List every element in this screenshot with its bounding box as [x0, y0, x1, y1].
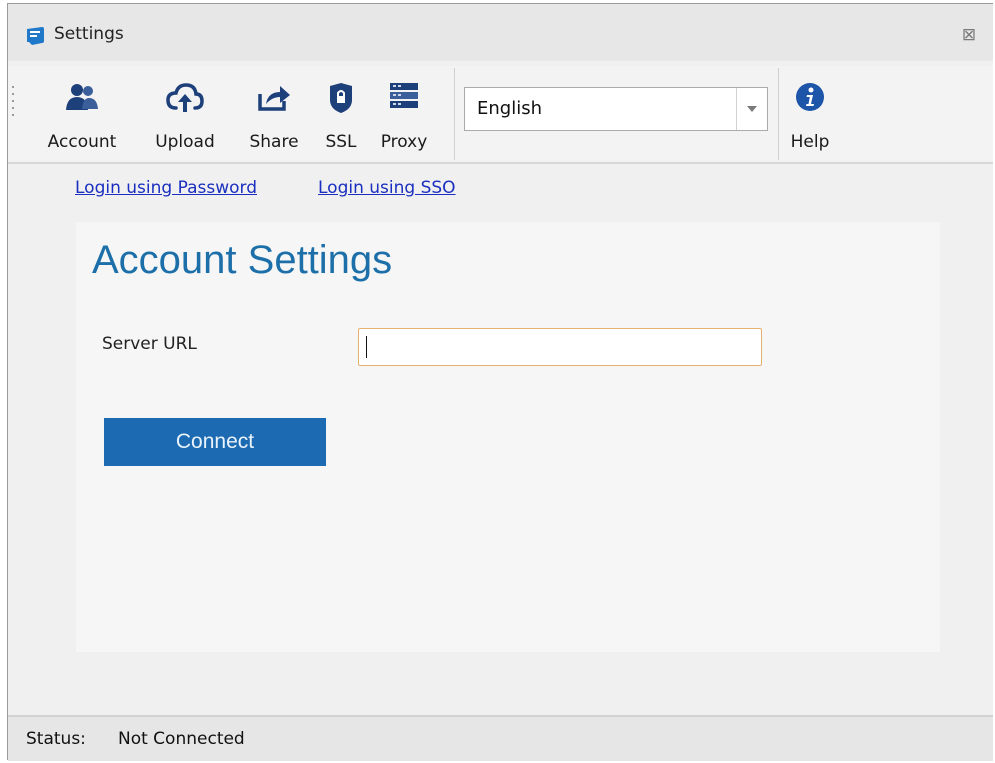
- toolbar-proxy-button[interactable]: Proxy: [370, 76, 438, 158]
- share-arrow-icon: [258, 86, 290, 111]
- toolbar-ssl-label: SSL: [325, 132, 357, 152]
- toolbar-share-button[interactable]: Share: [238, 76, 310, 158]
- cloud-upload-icon: [166, 83, 204, 112]
- chevron-down-icon: [747, 106, 757, 112]
- shield-lock-icon: [330, 83, 352, 113]
- toolbar-account-button[interactable]: Account: [34, 76, 130, 158]
- toolbar-separator: [454, 68, 455, 160]
- page-title: Account Settings: [92, 238, 393, 282]
- toolbar-separator: [778, 68, 779, 160]
- language-select[interactable]: English: [464, 87, 768, 131]
- toolbar-upload-label: Upload: [155, 132, 215, 152]
- app-logo-icon: [27, 27, 44, 45]
- toolbar-account-label: Account: [47, 132, 117, 152]
- toolbar-help-button[interactable]: Help: [780, 76, 840, 158]
- toolbar-help-label: Help: [790, 132, 830, 152]
- close-icon[interactable]: ⊠: [960, 26, 978, 44]
- server-url-input[interactable]: [358, 328, 762, 366]
- account-settings-panel: Account Settings Server URL Connect: [76, 222, 940, 652]
- status-bar: Status: Not Connected: [8, 715, 993, 761]
- account-users-icon: [66, 84, 98, 110]
- settings-window: Settings ⊠ Account Upload Share SSL Prox…: [7, 3, 993, 761]
- window-title: Settings: [54, 24, 124, 44]
- connect-button[interactable]: Connect: [104, 418, 326, 466]
- text-cursor: [366, 336, 367, 358]
- info-icon: [796, 83, 824, 111]
- toolbar: Account Upload Share SSL Proxy English H…: [8, 66, 993, 164]
- toolbar-grip[interactable]: [12, 86, 15, 126]
- server-url-label: Server URL: [102, 334, 197, 354]
- language-select-value: English: [477, 98, 542, 119]
- toolbar-upload-button[interactable]: Upload: [140, 76, 230, 158]
- content-area: Login using Password Login using SSO Acc…: [8, 164, 993, 714]
- toolbar-share-label: Share: [249, 132, 299, 152]
- server-rack-icon: [390, 83, 418, 108]
- toolbar-ssl-button[interactable]: SSL: [318, 76, 364, 158]
- login-password-link[interactable]: Login using Password: [75, 178, 257, 198]
- toolbar-proxy-label: Proxy: [380, 132, 428, 152]
- status-label: Status:: [26, 729, 86, 749]
- title-bar: Settings ⊠: [8, 4, 993, 61]
- status-value: Not Connected: [118, 729, 245, 749]
- language-dropdown-button[interactable]: [736, 88, 767, 130]
- login-sso-link[interactable]: Login using SSO: [318, 178, 456, 198]
